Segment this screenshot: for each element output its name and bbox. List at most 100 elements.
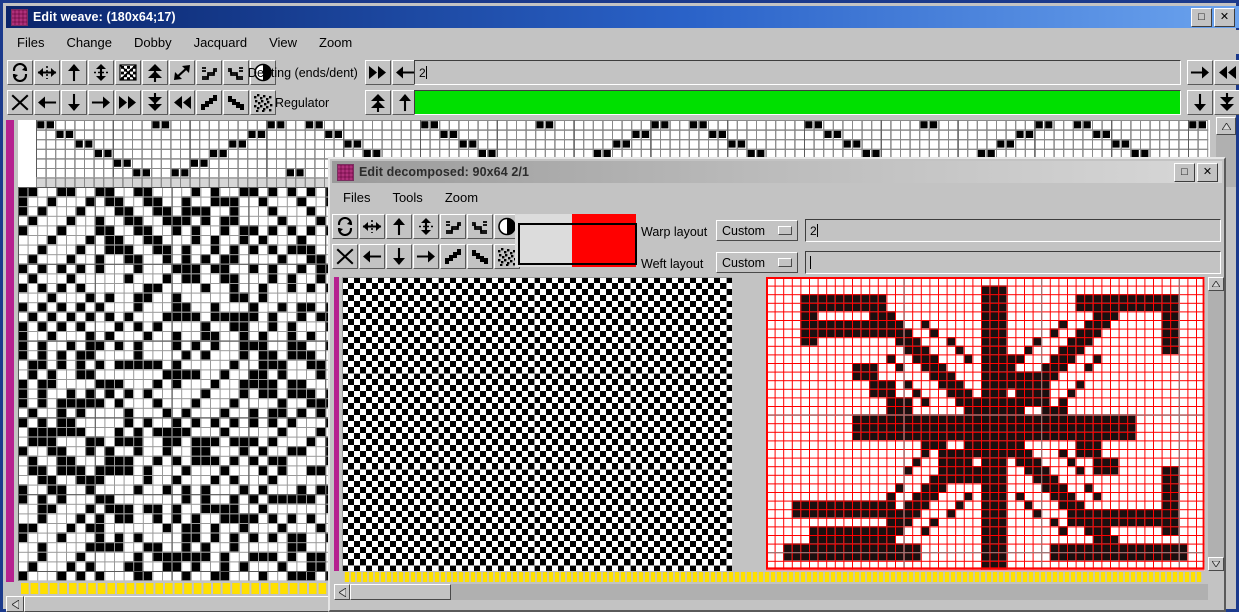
expand-diagonal-icon[interactable] bbox=[169, 60, 195, 85]
scroll-thumb[interactable] bbox=[350, 584, 451, 600]
move-right-icon[interactable] bbox=[88, 90, 114, 115]
close-icon: ✕ bbox=[1219, 10, 1230, 23]
dialog-treadling-strip[interactable] bbox=[334, 571, 1208, 583]
denting-step-left bbox=[396, 66, 415, 79]
move-left-icon bbox=[363, 250, 382, 263]
weft-layout-select[interactable]: Custom bbox=[716, 252, 798, 273]
scroll-up-arrow[interactable] bbox=[1216, 117, 1236, 135]
weave-swatch-icon bbox=[337, 163, 354, 181]
flip-horizontal-icon[interactable] bbox=[359, 214, 385, 239]
clear-icon[interactable] bbox=[332, 244, 358, 269]
regulator-step-down[interactable] bbox=[1187, 90, 1213, 115]
main-weave-grid[interactable] bbox=[6, 187, 336, 582]
move-down-icon[interactable] bbox=[386, 244, 412, 269]
dialog-titlebar[interactable]: Edit decomposed: 90x64 2/1 □ ✕ bbox=[332, 161, 1222, 183]
invert-pattern-icon[interactable] bbox=[115, 60, 141, 85]
decomposed-pattern-grid[interactable] bbox=[758, 277, 1208, 571]
denting-right-buttons bbox=[1187, 60, 1239, 85]
regulator-step-down bbox=[1194, 93, 1206, 111]
menu-jacquard[interactable]: Jacquard bbox=[183, 33, 258, 52]
move-up-icon[interactable] bbox=[61, 60, 87, 85]
weft-repeat-field[interactable] bbox=[805, 251, 1221, 274]
dialog-menu-files[interactable]: Files bbox=[332, 188, 381, 207]
move-left-icon bbox=[38, 96, 57, 109]
menu-zoom[interactable]: Zoom bbox=[308, 33, 363, 52]
maximize-icon: □ bbox=[1198, 10, 1205, 23]
shift-steps-alt-icon[interactable] bbox=[223, 60, 249, 85]
menu-view[interactable]: View bbox=[258, 33, 308, 52]
dialog-menu-tools[interactable]: Tools bbox=[381, 188, 433, 207]
jump-left-icon[interactable] bbox=[115, 90, 141, 115]
stagger-up-icon[interactable] bbox=[196, 90, 222, 115]
shift-steps-icon[interactable] bbox=[440, 214, 466, 239]
dialog-menu-zoom[interactable]: Zoom bbox=[434, 188, 489, 207]
move-vertical-icon[interactable] bbox=[88, 60, 114, 85]
weft-layout-value: Custom bbox=[722, 255, 766, 270]
weft-layout-label: Weft layout bbox=[641, 257, 704, 271]
move-left-icon[interactable] bbox=[359, 244, 385, 269]
move-down-icon bbox=[68, 93, 80, 111]
scroll-trough[interactable] bbox=[1208, 277, 1224, 571]
stagger-down-icon[interactable] bbox=[467, 244, 493, 269]
denting-step-right[interactable] bbox=[1187, 60, 1213, 85]
move-right-icon[interactable] bbox=[413, 244, 439, 269]
menu-change[interactable]: Change bbox=[55, 33, 123, 52]
dialog-horizontal-scrollbar[interactable] bbox=[334, 584, 1208, 600]
jump-right-icon[interactable] bbox=[169, 90, 195, 115]
treadling-strip[interactable] bbox=[6, 582, 336, 596]
move-down-icon[interactable] bbox=[61, 90, 87, 115]
merge-down-icon[interactable] bbox=[142, 90, 168, 115]
denting-page-right[interactable] bbox=[1214, 60, 1239, 85]
scroll-trough[interactable] bbox=[334, 584, 1208, 600]
move-vertical-icon[interactable] bbox=[413, 214, 439, 239]
move-left-icon[interactable] bbox=[34, 90, 60, 115]
noise-fill-icon[interactable] bbox=[250, 90, 276, 115]
regulator-page-down[interactable] bbox=[1214, 90, 1239, 115]
dialog-vertical-scrollbar[interactable] bbox=[1208, 277, 1224, 571]
denting-label: Denting (ends/dent) bbox=[248, 66, 358, 80]
flip-horizontal-icon[interactable] bbox=[34, 60, 60, 85]
flip-rotate-icon[interactable] bbox=[7, 60, 33, 85]
stagger-up-icon[interactable] bbox=[440, 244, 466, 269]
denting-page-right bbox=[1219, 66, 1236, 79]
clear-icon bbox=[11, 94, 29, 111]
dialog-maximize-button[interactable]: □ bbox=[1174, 162, 1195, 182]
denting-page-left[interactable] bbox=[365, 60, 391, 85]
main-titlebar[interactable]: Edit weave: (180x64;17) □ ✕ bbox=[6, 6, 1239, 28]
regulator-bar[interactable] bbox=[414, 90, 1181, 115]
dialog-close-button[interactable]: ✕ bbox=[1197, 162, 1218, 182]
merge-up-icon[interactable] bbox=[142, 60, 168, 85]
scroll-up-arrow[interactable] bbox=[1208, 277, 1224, 291]
shift-steps-icon[interactable] bbox=[196, 60, 222, 85]
scroll-down-arrow[interactable] bbox=[1208, 557, 1224, 571]
denting-value: 2 bbox=[419, 65, 426, 80]
main-maximize-button[interactable]: □ bbox=[1191, 7, 1212, 27]
clear-icon[interactable] bbox=[7, 90, 33, 115]
shift-steps-alt-icon bbox=[228, 67, 243, 80]
stagger-down-icon[interactable] bbox=[223, 90, 249, 115]
merge-down-icon bbox=[148, 93, 162, 111]
shift-steps-alt-icon[interactable] bbox=[467, 214, 493, 239]
warp-layout-select[interactable]: Custom bbox=[716, 220, 798, 241]
warp-repeat-field[interactable]: 2 bbox=[805, 219, 1221, 242]
triangle-up-icon bbox=[1212, 281, 1220, 287]
regulator-page-up[interactable] bbox=[365, 90, 391, 115]
triangle-down-icon bbox=[1212, 561, 1220, 567]
move-up-icon[interactable] bbox=[386, 214, 412, 239]
flip-rotate-icon[interactable] bbox=[332, 214, 358, 239]
scroll-thumb[interactable] bbox=[24, 596, 334, 612]
close-icon: ✕ bbox=[1202, 165, 1213, 178]
flip-rotate-icon bbox=[337, 217, 353, 236]
denting-value-field[interactable]: 2 bbox=[414, 60, 1181, 85]
decomposed-plainweave-grid[interactable] bbox=[334, 277, 737, 571]
move-right-icon bbox=[416, 250, 435, 263]
scroll-left-arrow[interactable] bbox=[334, 584, 350, 600]
menu-files[interactable]: Files bbox=[6, 33, 55, 52]
shift-steps-icon bbox=[202, 67, 217, 80]
main-close-button[interactable]: ✕ bbox=[1214, 7, 1235, 27]
main-toolbar-row-2 bbox=[7, 90, 277, 115]
menu-dobby[interactable]: Dobby bbox=[123, 33, 183, 52]
shift-steps-alt-icon bbox=[472, 221, 487, 234]
scroll-left-arrow[interactable] bbox=[6, 596, 24, 612]
shift-steps-icon bbox=[446, 221, 461, 234]
